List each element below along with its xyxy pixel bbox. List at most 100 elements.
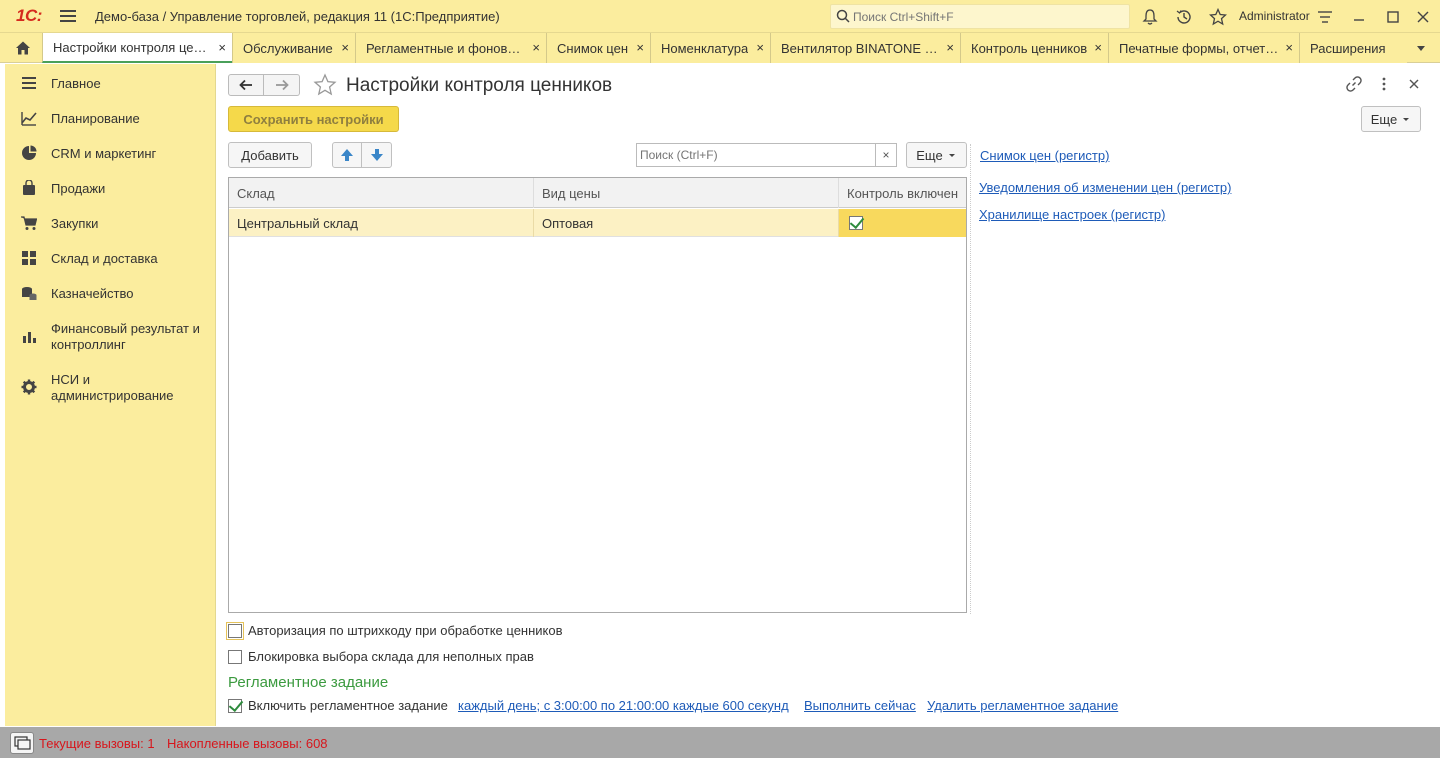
bell-icon[interactable] (1141, 8, 1159, 26)
settings-table[interactable]: Склад Вид цены Контроль включен Централь… (228, 177, 967, 613)
column-header-price-type[interactable]: Вид цены (534, 178, 839, 208)
arrow-left-icon (239, 79, 252, 91)
move-up-button[interactable] (332, 142, 362, 168)
sidebar-item-main[interactable]: Главное (5, 74, 215, 94)
minimize-icon[interactable] (1350, 8, 1368, 26)
home-icon (16, 41, 30, 55)
sidebar-item-sales[interactable]: Продажи (5, 179, 215, 199)
link-price-change-notifications-register[interactable]: Уведомления об изменении цен (регистр) (979, 180, 1231, 195)
tab-close-icon[interactable]: × (756, 40, 764, 55)
tab-close-icon[interactable]: × (1285, 40, 1293, 55)
run-now-link[interactable]: Выполнить сейчас (804, 698, 916, 713)
current-calls: Текущие вызовы: 1 (39, 736, 155, 751)
back-button[interactable] (228, 74, 264, 96)
tab-scheduled-jobs[interactable]: Регламентные и фонов… × (355, 33, 546, 63)
tab-label: Расширения (1310, 40, 1386, 56)
tab-label: Регламентные и фонов… (366, 40, 521, 56)
sidebar-item-label: Казначейство (51, 286, 134, 301)
sidebar-item-warehouse[interactable]: Склад и доставка (5, 249, 215, 269)
favorite-star-icon[interactable] (313, 73, 337, 97)
tab-close-icon[interactable]: × (532, 40, 540, 55)
tab-close-icon[interactable]: × (946, 40, 954, 55)
link-settings-storage-register[interactable]: Хранилище настроек (регистр) (979, 207, 1165, 222)
control-enabled-checkbox[interactable] (849, 216, 863, 230)
favorites-star-icon[interactable] (1209, 8, 1227, 26)
sidebar-item-treasury[interactable]: Казначейство (5, 284, 215, 304)
table-more-button[interactable]: Еще (906, 142, 967, 168)
sections-panel: Главное Планирование CRM и маркетинг Про… (5, 64, 216, 726)
server-calls-icon[interactable] (10, 732, 34, 754)
barcode-authorization-checkbox[interactable] (226, 621, 244, 640)
arrow-up-icon (341, 149, 353, 161)
maximize-icon[interactable] (1384, 8, 1402, 26)
warehouse-lock-checkbox[interactable] (228, 649, 242, 664)
more-actions-button[interactable]: Еще (1361, 106, 1421, 132)
sidebar-item-admin[interactable]: НСИ и администрирование (5, 370, 215, 406)
global-search[interactable] (830, 4, 1130, 29)
settings-menu-icon[interactable] (1316, 8, 1334, 26)
sidebar-item-label: Закупки (51, 216, 99, 231)
tab-print-forms[interactable]: Печатные формы, отчет… × (1108, 33, 1299, 63)
option-warehouse-lock[interactable]: Блокировка выбора склада для неполных пр… (228, 649, 534, 664)
main-menu-icon[interactable] (60, 10, 76, 23)
home-tab[interactable] (5, 34, 41, 62)
more-button-label: Еще (916, 147, 943, 163)
accumulated-calls: Накопленные вызовы: 608 (167, 736, 328, 751)
warehouse-icon (22, 251, 36, 265)
cell-price-type[interactable]: Оптовая (534, 209, 839, 237)
option-label: Авторизация по штрихкоду при обработке ц… (248, 623, 563, 638)
tab-maintenance[interactable]: Обслуживание × (232, 33, 355, 63)
column-header-warehouse[interactable]: Склад (229, 178, 534, 208)
global-search-input[interactable] (853, 8, 1123, 26)
chevron-down-icon (948, 154, 955, 157)
tab-label: Вентилятор BINATONE … (781, 40, 938, 56)
scheduled-task-section-title: Регламентное задание (228, 674, 389, 691)
option-enable-scheduled-task[interactable]: Включить регламентное задание (228, 698, 448, 713)
sidebar-item-label: Продажи (51, 181, 106, 196)
tabs-dropdown-icon[interactable] (1414, 41, 1428, 55)
user-name[interactable]: Administrator (1239, 9, 1310, 23)
sidebar-item-purchases[interactable]: Закупки (5, 214, 215, 234)
schedule-link[interactable]: каждый день; с 3:00:00 по 21:00:00 кажды… (458, 698, 789, 713)
close-window-icon[interactable] (1414, 8, 1432, 26)
cell-warehouse[interactable]: Центральный склад (229, 209, 534, 237)
bar-chart-icon (23, 332, 36, 343)
tab-label: Снимок цен (557, 40, 629, 56)
link-icon[interactable] (1346, 76, 1362, 92)
move-down-button[interactable] (361, 142, 392, 168)
tab-extensions[interactable]: Расширения (1299, 33, 1407, 63)
tab-price-snapshot[interactable]: Снимок цен × (546, 33, 650, 63)
enable-scheduled-task-checkbox[interactable] (228, 698, 242, 713)
column-header-control-enabled[interactable]: Контроль включен (839, 178, 966, 208)
delete-task-link[interactable]: Удалить регламентное задание (927, 698, 1118, 713)
tab-price-tag-settings[interactable]: Настройки контроля цен… × (42, 33, 232, 63)
close-form-icon[interactable] (1406, 76, 1422, 92)
cell-control-enabled[interactable] (839, 209, 966, 237)
coins-icon (22, 287, 37, 300)
tab-close-icon[interactable]: × (636, 40, 644, 55)
tab-price-tag-control[interactable]: Контроль ценников × (960, 33, 1108, 63)
sidebar-item-crm[interactable]: CRM и маркетинг (5, 144, 215, 164)
save-settings-button[interactable]: Сохранить настройки (228, 106, 399, 132)
tab-label: Печатные формы, отчет… (1119, 40, 1279, 56)
tab-close-icon[interactable]: × (218, 40, 226, 55)
tab-close-icon[interactable]: × (341, 40, 349, 55)
tab-fan-binatone[interactable]: Вентилятор BINATONE … × (770, 33, 960, 63)
link-price-snapshot-register[interactable]: Снимок цен (регистр) (980, 148, 1109, 163)
table-row[interactable]: Центральный склад Оптовая (229, 209, 966, 237)
tab-nomenclature[interactable]: Номенклатура × (650, 33, 770, 63)
tab-close-icon[interactable]: × (1094, 40, 1102, 55)
option-barcode-authorization[interactable]: Авторизация по штрихкоду при обработке ц… (226, 621, 563, 640)
clear-search-button[interactable]: × (876, 143, 897, 167)
sidebar-item-planning[interactable]: Планирование (5, 109, 215, 129)
history-icon[interactable] (1175, 8, 1193, 26)
forward-button[interactable] (264, 74, 300, 96)
title-bar: 1С: Демо-база / Управление торговлей, ре… (0, 0, 1440, 33)
sidebar-item-label: Склад и доставка (51, 251, 158, 266)
app-logo[interactable]: 1С: (16, 6, 42, 26)
sidebar-item-financial-result[interactable]: Финансовый результат и контроллинг (5, 319, 215, 355)
more-vertical-icon[interactable] (1376, 76, 1392, 92)
add-button[interactable]: Добавить (228, 142, 312, 168)
table-search[interactable] (636, 143, 876, 167)
table-search-input[interactable] (640, 147, 870, 163)
